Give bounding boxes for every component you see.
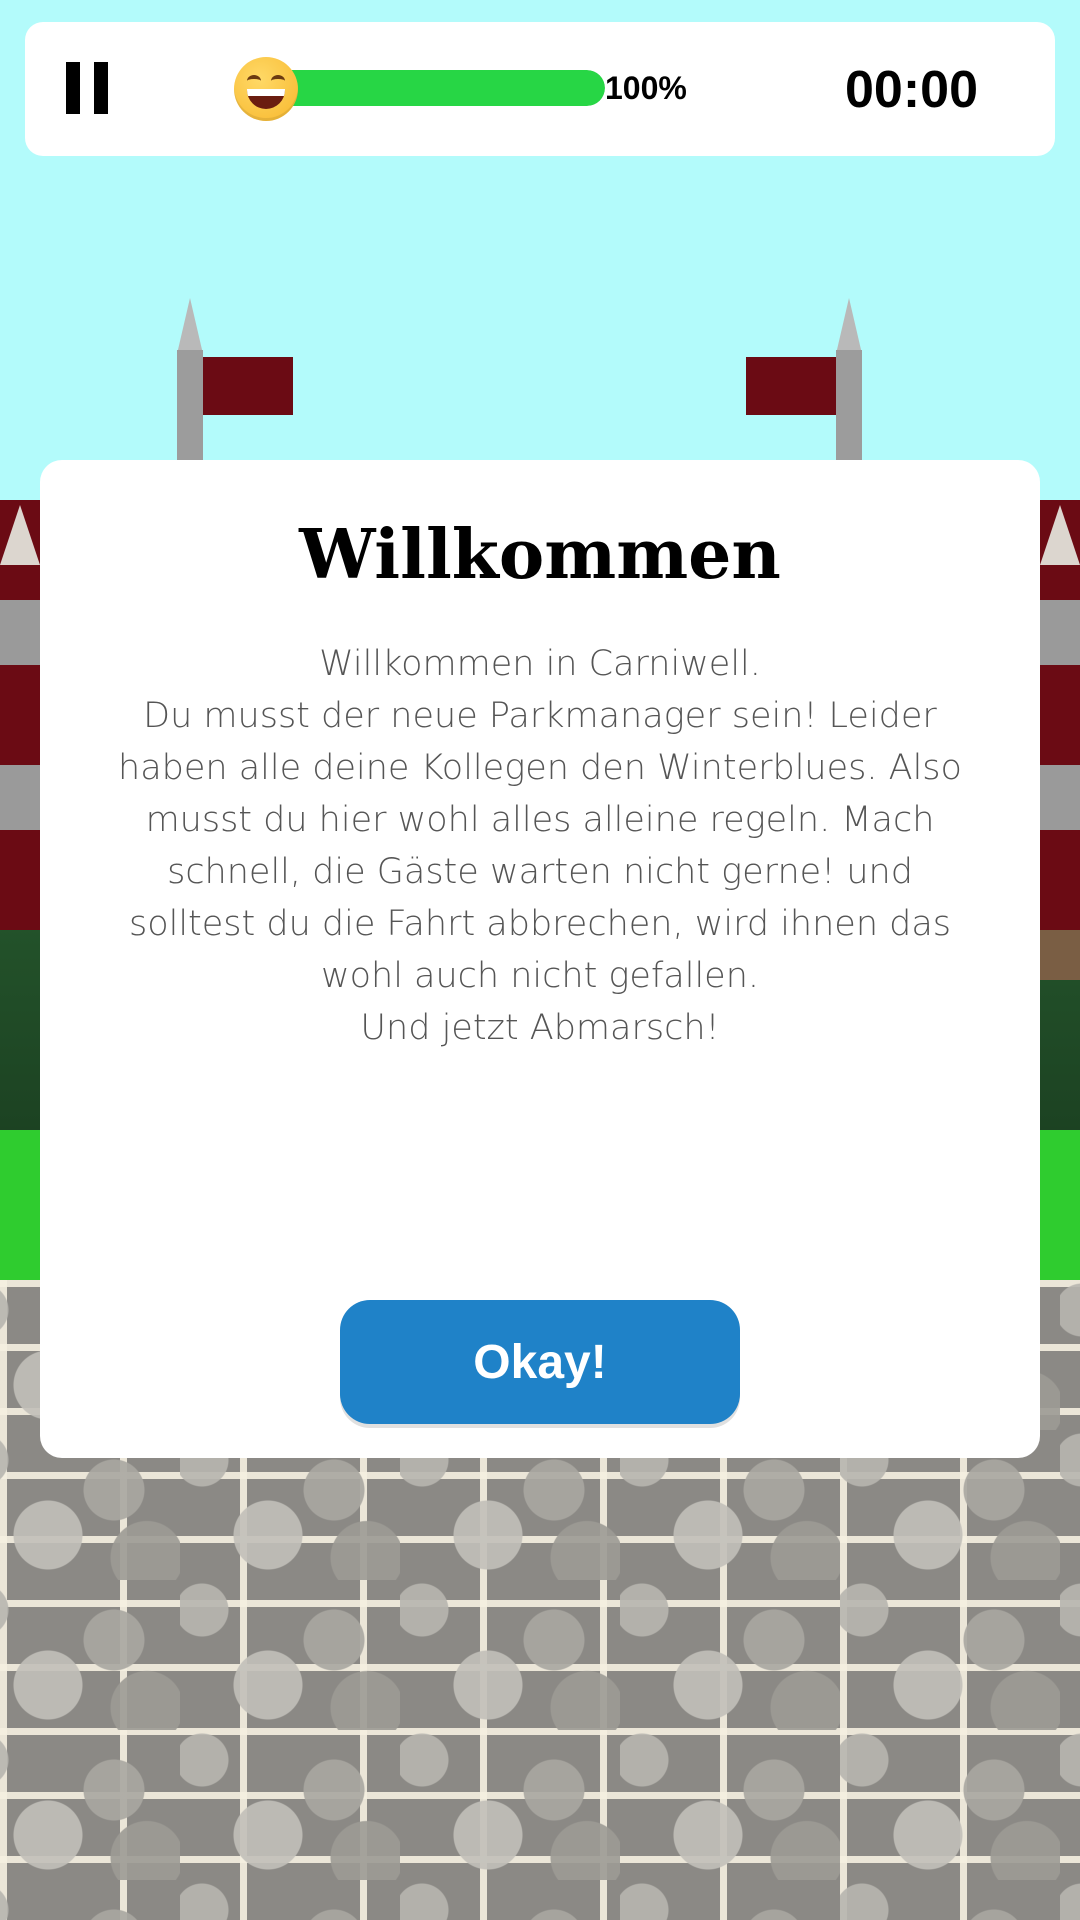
right-flag	[746, 357, 836, 415]
dialog-title: Willkommen	[299, 515, 781, 595]
dialog-body-line: Du musst der neue Parkmanager sein! Leid…	[118, 696, 962, 996]
welcome-dialog: Willkommen Willkommen in Carniwell. Du m…	[40, 460, 1040, 1458]
right-pole-tip	[836, 298, 862, 354]
left-pole-tip	[177, 298, 203, 354]
dialog-body: Willkommen in Carniwell. Du musst der ne…	[100, 638, 980, 1054]
game-scene: 100% 00:00 Willkommen Willkommen in Carn…	[0, 0, 1080, 1920]
dialog-body-line: Und jetzt Abmarsch!	[360, 1008, 720, 1048]
progress-percent: 100%	[605, 70, 687, 106]
left-flag	[203, 357, 293, 415]
left-tower-cap	[0, 505, 40, 565]
grinning-face-emoji-icon	[234, 57, 298, 121]
satisfaction-progress-bar	[265, 70, 605, 106]
okay-button[interactable]: Okay!	[340, 1300, 740, 1424]
dialog-body-line: Willkommen in Carniwell.	[319, 644, 761, 684]
timer: 00:00	[845, 61, 978, 119]
pause-button[interactable]	[60, 58, 120, 120]
right-tower-cap	[1040, 505, 1080, 565]
progress-fill	[265, 70, 605, 106]
